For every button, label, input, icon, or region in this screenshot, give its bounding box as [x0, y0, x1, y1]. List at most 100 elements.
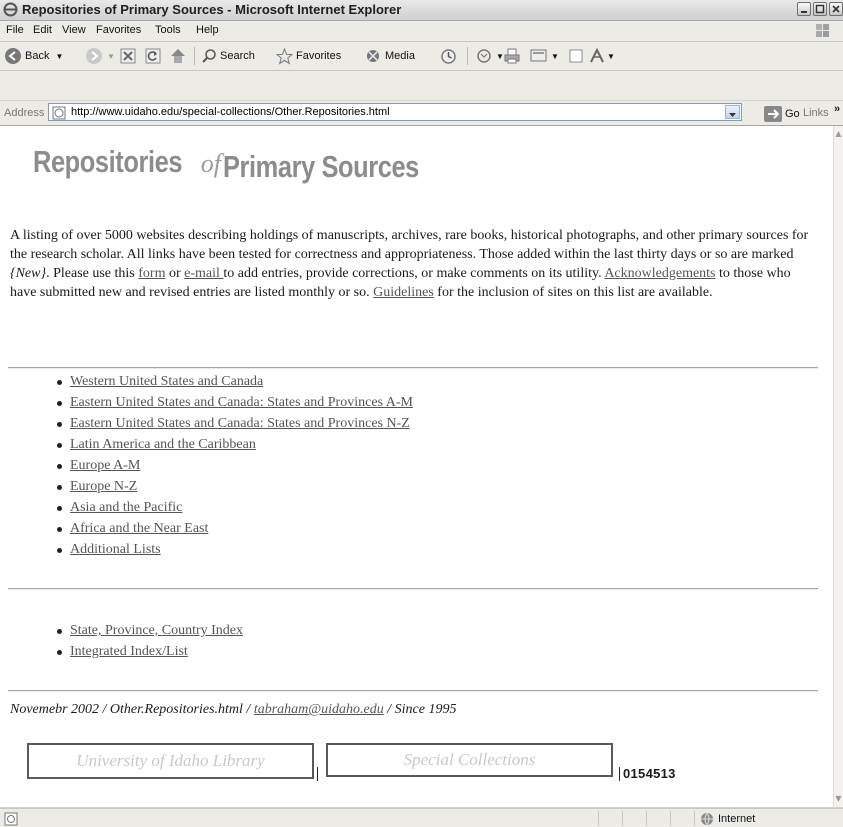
menu-file[interactable]: File	[6, 24, 24, 36]
list-item: Eastern United States and Canada: States…	[0, 392, 413, 413]
new-tag: {New}	[10, 266, 47, 281]
address-bar: Address http://www.uidaho.edu/special-co…	[0, 101, 843, 126]
status-divider	[622, 811, 623, 826]
email-link[interactable]: e-mail	[184, 266, 223, 281]
links-chevron-icon[interactable]: »	[834, 103, 840, 115]
history-button[interactable]	[440, 46, 457, 66]
bullet	[57, 401, 62, 406]
menu-favorites[interactable]: Favorites	[96, 24, 141, 36]
bullet	[57, 548, 62, 553]
footer-email-link[interactable]: tabraham@uidaho.edu	[254, 702, 384, 717]
guidelines-link[interactable]: Guidelines	[373, 285, 434, 300]
vertical-scrollbar[interactable]: ▲ ▼	[833, 126, 843, 807]
region-link-asia-pacific[interactable]: Asia and the Pacific	[70, 500, 182, 515]
home-button[interactable]	[169, 46, 187, 66]
back-label: Back	[25, 50, 50, 62]
research-icon	[590, 47, 604, 63]
title-bar: Repositories of Primary Sources - Micros…	[0, 0, 843, 21]
research-button[interactable]: ▼	[588, 46, 615, 66]
forward-dropdown-icon: ▼	[107, 51, 115, 61]
intro-text: for the inclusion of sites on this list …	[433, 285, 713, 300]
ie-icon	[3, 2, 18, 17]
stop-button[interactable]	[120, 46, 136, 66]
scroll-up-icon[interactable]: ▲	[834, 128, 843, 140]
bullet	[57, 650, 62, 655]
standard-toolbar: Back ▼ ▼ Search Favorites Media ▼ ▼ ▼	[0, 42, 843, 71]
print-button[interactable]	[503, 46, 521, 66]
security-zone: Internet	[700, 812, 755, 826]
back-button[interactable]: Back ▼	[4, 46, 63, 66]
search-icon	[202, 49, 216, 63]
toolbar-separator	[467, 47, 468, 65]
bullet	[57, 629, 62, 634]
intro-text: to add entries, provide corrections, or …	[223, 266, 605, 281]
stop-icon	[120, 48, 136, 64]
acknowledgements-link[interactable]: Acknowledgements	[604, 266, 715, 281]
university-library-logo[interactable]: University of Idaho Library	[27, 743, 314, 779]
title-of: of	[200, 149, 222, 178]
title-primary-sources: Primary Sources	[223, 149, 419, 184]
form-link[interactable]: form	[138, 266, 165, 281]
close-button[interactable]	[829, 2, 843, 16]
index-link-state-province-country[interactable]: State, Province, Country Index	[70, 623, 243, 638]
menu-tools[interactable]: Tools	[155, 24, 181, 36]
title-repositories: Repositories	[33, 144, 183, 179]
bullet	[57, 464, 62, 469]
menu-help[interactable]: Help	[196, 24, 219, 36]
divider	[8, 690, 818, 692]
menu-edit[interactable]: Edit	[33, 24, 52, 36]
region-link-europe-n-z[interactable]: Europe N-Z	[70, 479, 137, 494]
links-label[interactable]: Links	[803, 107, 829, 119]
bullet	[57, 380, 62, 385]
address-label: Address	[4, 107, 45, 119]
region-link-latin-america[interactable]: Latin America and the Caribbean	[70, 437, 256, 452]
list-item: Integrated Index/List	[0, 641, 243, 662]
special-collections-logo[interactable]: Special Collections	[326, 743, 613, 777]
bullet	[57, 527, 62, 532]
globe-icon	[701, 812, 713, 826]
divider	[8, 588, 818, 590]
region-link-eastern-a-m[interactable]: Eastern United States and Canada: States…	[70, 395, 413, 410]
region-link-europe-a-m[interactable]: Europe A-M	[70, 458, 140, 473]
region-link-eastern-n-z[interactable]: Eastern United States and Canada: States…	[70, 416, 410, 431]
status-divider	[694, 811, 695, 826]
discuss-button[interactable]	[568, 46, 584, 66]
mail-button[interactable]: ▼	[476, 46, 504, 66]
scroll-down-icon[interactable]: ▼	[834, 793, 843, 805]
browser-window: Repositories of Primary Sources - Micros…	[0, 0, 843, 827]
status-bar: Internet	[0, 808, 843, 827]
media-button[interactable]: Media	[364, 46, 415, 66]
menu-bar: File Edit View Favorites Tools Help	[0, 21, 843, 42]
index-link-integrated[interactable]: Integrated Index/List	[70, 644, 188, 659]
go-label: Go	[785, 108, 800, 120]
home-icon	[171, 49, 185, 63]
list-item: Additional Lists	[0, 539, 413, 560]
printer-icon	[504, 48, 520, 64]
status-divider	[646, 811, 647, 826]
list-item: Latin America and the Caribbean	[0, 434, 413, 455]
intro-text: . Please use this	[46, 266, 139, 281]
maximize-button[interactable]	[813, 2, 827, 16]
minimize-button[interactable]	[797, 2, 811, 16]
go-button[interactable]: Go	[764, 105, 800, 123]
index-list: State, Province, Country Index Integrate…	[0, 620, 243, 662]
refresh-button[interactable]	[145, 46, 161, 66]
address-input[interactable]: http://www.uidaho.edu/special-collection…	[48, 103, 742, 121]
media-icon	[367, 50, 379, 62]
search-button[interactable]: Search	[201, 46, 255, 66]
region-link-additional-lists[interactable]: Additional Lists	[70, 542, 161, 557]
bullet	[57, 485, 62, 490]
page-status-icon	[4, 811, 18, 827]
edit-button[interactable]: ▼	[530, 46, 559, 66]
go-arrow-icon	[764, 106, 782, 122]
region-link-africa-near-east[interactable]: Africa and the Near East	[70, 521, 208, 536]
region-link-western-us-canada[interactable]: Western United States and Canada	[70, 374, 263, 389]
forward-button[interactable]: ▼	[85, 46, 115, 66]
page-icon	[52, 105, 67, 124]
search-label: Search	[220, 50, 255, 62]
address-dropdown-icon[interactable]	[725, 105, 740, 119]
bullet	[57, 506, 62, 511]
favorites-button[interactable]: Favorites	[276, 46, 341, 66]
edit-dropdown-icon: ▼	[551, 51, 559, 61]
menu-view[interactable]: View	[62, 24, 86, 36]
